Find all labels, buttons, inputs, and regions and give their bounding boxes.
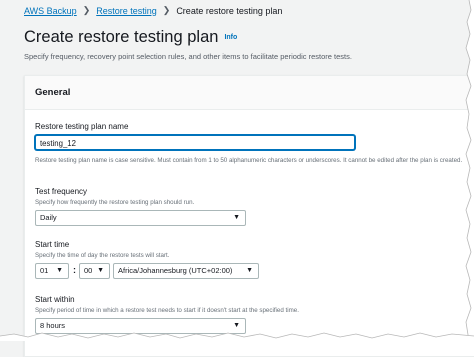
minute-select[interactable]: 00 ▼: [79, 263, 110, 279]
general-panel: General Restore testing plan name testin…: [24, 75, 474, 357]
info-link[interactable]: Info: [224, 34, 237, 41]
caret-down-icon: ▼: [97, 267, 104, 274]
plan-name-input[interactable]: testing_12: [35, 135, 355, 150]
hour-select[interactable]: 01 ▼: [35, 263, 69, 279]
page-description: Specify frequency, recovery point select…: [24, 52, 352, 61]
breadcrumb-current: Create restore testing plan: [176, 5, 283, 16]
plan-name-constraint: Restore testing plan name is case sensit…: [35, 157, 463, 164]
frequency-value: Daily: [40, 213, 57, 222]
start-time-hint: Specify the time of day the restore test…: [35, 252, 170, 259]
start-within-label: Start within: [35, 295, 75, 304]
panel-title: General: [35, 87, 71, 98]
breadcrumb-aws-backup[interactable]: AWS Backup: [24, 6, 77, 16]
start-time-label: Start time: [35, 240, 70, 249]
torn-edge-right: [465, 0, 474, 341]
caret-down-icon: ▼: [246, 267, 253, 274]
minute-value: 00: [84, 266, 93, 275]
frequency-hint: Specify how frequently the restore testi…: [35, 199, 195, 206]
torn-edge-bottom: [0, 332, 474, 341]
frequency-label: Test frequency: [35, 187, 88, 196]
chevron-right-icon: ❯: [162, 5, 171, 15]
breadcrumb-restore-testing[interactable]: Restore testing: [96, 6, 157, 16]
plan-name-label: Restore testing plan name: [35, 122, 129, 131]
time-colon: :: [73, 265, 76, 275]
page-title-text: Create restore testing plan: [24, 28, 219, 46]
panel-header: General: [25, 76, 474, 110]
chevron-right-icon: ❯: [82, 5, 91, 15]
timezone-value: Africa/Johannesburg (UTC+02:00): [118, 266, 233, 275]
frequency-select[interactable]: Daily ▼: [35, 210, 246, 226]
page-title: Create restore testing plan Info: [24, 28, 237, 47]
hour-value: 01: [40, 266, 49, 275]
caret-down-icon: ▼: [233, 214, 240, 221]
timezone-select[interactable]: Africa/Johannesburg (UTC+02:00) ▼: [113, 263, 259, 279]
breadcrumb: AWS Backup ❯ Restore testing ❯ Create re…: [24, 5, 282, 16]
start-within-value: 8 hours: [40, 321, 66, 330]
start-within-hint: Specify period of time in which a restor…: [35, 307, 299, 314]
caret-down-icon: ▼: [56, 267, 63, 274]
